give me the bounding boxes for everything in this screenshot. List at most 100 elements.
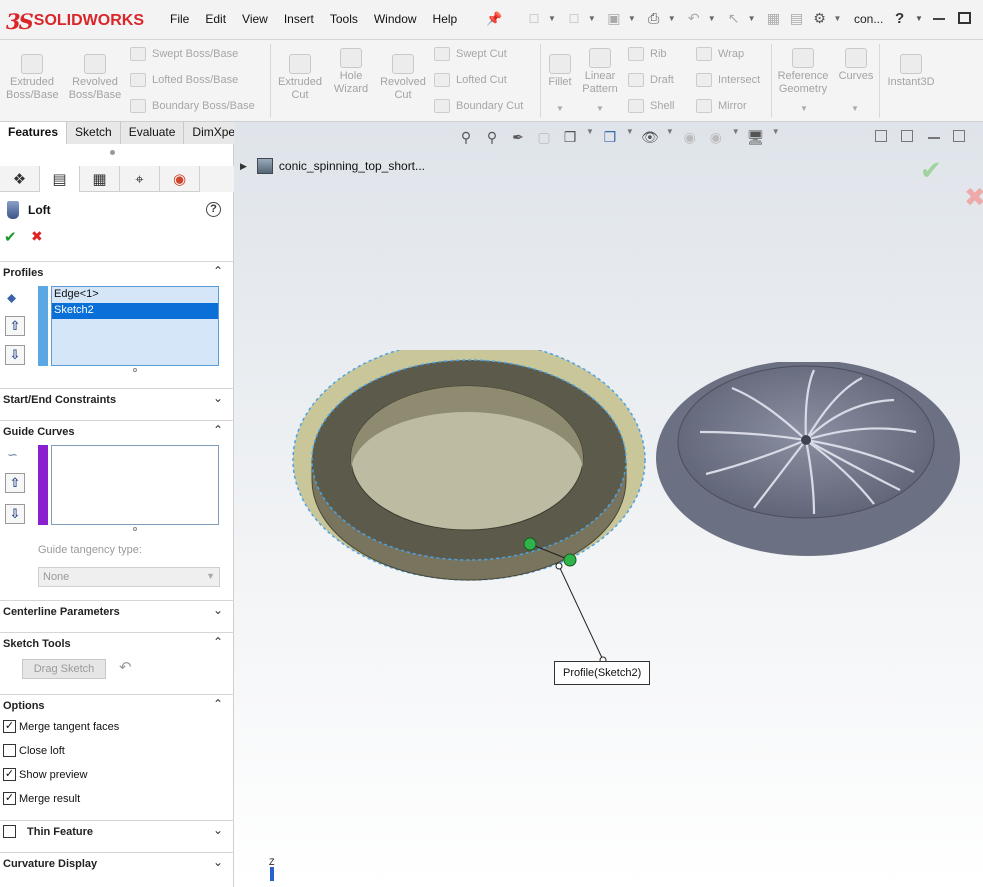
collapse-icon[interactable]: ⌃ bbox=[213, 423, 223, 437]
help-icon[interactable]: ? bbox=[206, 202, 221, 217]
select-icon[interactable]: ↖ bbox=[725, 8, 743, 28]
shell-button[interactable]: Shell bbox=[628, 99, 674, 113]
instant3d-button[interactable]: Instant3D bbox=[882, 54, 940, 89]
menu-help[interactable]: Help bbox=[433, 12, 458, 26]
hole-wizard-button[interactable]: Hole Wizard bbox=[328, 48, 374, 96]
feature-tree-flyout[interactable]: ▶ conic_spinning_top_short... bbox=[240, 158, 425, 174]
wrap-button[interactable]: Wrap bbox=[696, 47, 744, 61]
minimize-icon[interactable] bbox=[933, 18, 945, 20]
centerline-parameters-header[interactable]: Centerline Parameters ⌄ bbox=[0, 600, 234, 622]
thin-feature-checkbox[interactable] bbox=[3, 825, 16, 838]
collapse-icon[interactable]: ⌃ bbox=[213, 264, 223, 278]
menu-file[interactable]: File bbox=[170, 12, 189, 26]
configuration-manager-tab[interactable]: ▦ bbox=[80, 166, 120, 192]
print-dropdown-icon[interactable]: ▼ bbox=[668, 14, 676, 23]
open-icon[interactable]: □ bbox=[565, 8, 583, 28]
move-up-button[interactable]: ⇧ bbox=[5, 473, 25, 493]
view-orientation-icon[interactable]: ❒ bbox=[560, 127, 580, 147]
display-style-dropdown-icon[interactable]: ▼ bbox=[626, 127, 634, 147]
revolved-cut-button[interactable]: Revolved Cut bbox=[378, 54, 428, 102]
move-down-button[interactable]: ⇩ bbox=[5, 504, 25, 524]
sketch-tools-section-header[interactable]: Sketch Tools ⌃ bbox=[0, 632, 234, 654]
panel-grip[interactable] bbox=[110, 150, 115, 155]
property-manager-tab[interactable]: ▤ bbox=[40, 166, 80, 192]
lofted-boss-button[interactable]: Lofted Boss/Base bbox=[130, 73, 238, 87]
document-name[interactable]: con... bbox=[854, 12, 883, 26]
part-name[interactable]: conic_spinning_top_short... bbox=[279, 159, 425, 173]
collapse-icon[interactable]: ⌃ bbox=[213, 635, 223, 649]
merge-tangent-faces-checkbox[interactable]: ✓ bbox=[3, 720, 16, 733]
move-up-button[interactable]: ⇧ bbox=[5, 316, 25, 336]
restore-view-icon[interactable] bbox=[901, 130, 913, 142]
rebuild-icon[interactable]: ▦ bbox=[765, 8, 783, 28]
guide-tangency-select[interactable]: None ▼ bbox=[38, 567, 220, 587]
show-preview-checkbox[interactable]: ✓ bbox=[3, 768, 16, 781]
undo-dropdown-icon[interactable]: ▼ bbox=[708, 14, 716, 23]
thin-feature-header[interactable]: Thin Feature ⌄ bbox=[0, 820, 234, 842]
list-item[interactable]: Edge<1> bbox=[52, 287, 218, 303]
previous-view-icon[interactable]: ✒ bbox=[508, 127, 528, 147]
display-style-icon[interactable]: ❒ bbox=[600, 127, 620, 147]
undo-sketch-drag-icon[interactable]: ↶ bbox=[119, 658, 132, 676]
collapse-icon[interactable]: ⌃ bbox=[213, 697, 223, 711]
linear-pattern-button[interactable]: Linear Pattern bbox=[580, 48, 620, 96]
extruded-cut-button[interactable]: Extruded Cut bbox=[276, 54, 324, 102]
maximize-icon[interactable] bbox=[958, 12, 971, 24]
view-settings-dropdown-icon[interactable]: ▼ bbox=[772, 127, 780, 147]
apply-scene-icon[interactable]: ◉ bbox=[706, 127, 726, 147]
select-dropdown-icon[interactable]: ▼ bbox=[748, 14, 756, 23]
merge-result-checkbox[interactable]: ✓ bbox=[3, 792, 16, 805]
tab-sketch[interactable]: Sketch bbox=[67, 122, 121, 144]
options-dropdown-icon[interactable]: ▼ bbox=[834, 14, 842, 23]
menu-view[interactable]: View bbox=[242, 12, 268, 26]
new-dropdown-icon[interactable]: ▼ bbox=[548, 14, 556, 23]
profiles-list[interactable]: Edge<1> Sketch2 bbox=[51, 286, 219, 366]
minimize-view-icon[interactable] bbox=[928, 137, 940, 139]
help-icon[interactable]: ? bbox=[895, 10, 904, 27]
move-down-button[interactable]: ⇩ bbox=[5, 345, 25, 365]
maximize-view-icon[interactable] bbox=[953, 130, 965, 142]
start-end-constraints-header[interactable]: Start/End Constraints ⌄ bbox=[0, 388, 234, 410]
tab-evaluate[interactable]: Evaluate bbox=[120, 122, 185, 144]
solidworks-logo[interactable]: 3S SOLIDWORKS bbox=[6, 6, 150, 36]
expand-arrow-icon[interactable]: ▶ bbox=[240, 161, 247, 172]
boundary-boss-button[interactable]: Boundary Boss/Base bbox=[130, 99, 255, 113]
hide-show-dropdown-icon[interactable]: ▼ bbox=[666, 127, 674, 147]
options-section-header[interactable]: Options ⌃ bbox=[0, 694, 234, 716]
expand-icon[interactable]: ⌄ bbox=[213, 391, 223, 405]
expand-icon[interactable]: ⌄ bbox=[213, 855, 223, 869]
section-view-icon[interactable]: ▢ bbox=[534, 127, 554, 147]
resize-handle[interactable] bbox=[133, 368, 137, 372]
edit-appearance-icon[interactable]: ◉ bbox=[680, 127, 700, 147]
menu-edit[interactable]: Edit bbox=[205, 12, 226, 26]
swept-boss-button[interactable]: Swept Boss/Base bbox=[130, 47, 238, 61]
extruded-boss-button[interactable]: Extruded Boss/Base bbox=[6, 54, 59, 102]
split-view-icon[interactable] bbox=[875, 130, 887, 142]
curves-button[interactable]: Curves bbox=[836, 48, 876, 83]
view-settings-icon[interactable]: 🖥 bbox=[746, 127, 766, 147]
confirm-cancel-icon[interactable]: ✖ bbox=[964, 182, 983, 213]
pin-icon[interactable]: 📌 bbox=[486, 11, 502, 27]
curves-dropdown-icon[interactable]: ▼ bbox=[851, 104, 859, 113]
display-manager-tab[interactable]: ◉ bbox=[160, 166, 200, 192]
expand-icon[interactable]: ⌄ bbox=[213, 603, 223, 617]
new-document-icon[interactable]: □ bbox=[525, 8, 543, 28]
feature-manager-tab[interactable]: ❖ bbox=[0, 166, 40, 192]
spinning-top-model[interactable] bbox=[654, 362, 964, 562]
guide-curves-list[interactable] bbox=[51, 445, 219, 525]
expand-icon[interactable]: ⌄ bbox=[213, 823, 223, 837]
confirm-ok-icon[interactable]: ✔ bbox=[920, 155, 942, 186]
menu-insert[interactable]: Insert bbox=[284, 12, 314, 26]
help-dropdown-icon[interactable]: ▼ bbox=[915, 14, 923, 23]
apply-scene-dropdown-icon[interactable]: ▼ bbox=[732, 127, 740, 147]
save-dropdown-icon[interactable]: ▼ bbox=[628, 14, 636, 23]
intersect-button[interactable]: Intersect bbox=[696, 73, 760, 87]
curvature-display-header[interactable]: Curvature Display ⌄ bbox=[0, 852, 234, 874]
reference-geometry-dropdown-icon[interactable]: ▼ bbox=[800, 104, 808, 113]
dimxpert-manager-tab[interactable]: ⌖ bbox=[120, 166, 160, 192]
fillet-dropdown-icon[interactable]: ▼ bbox=[556, 104, 564, 113]
revolved-boss-button[interactable]: Revolved Boss/Base bbox=[66, 54, 124, 102]
close-loft-checkbox[interactable] bbox=[3, 744, 16, 757]
tab-features[interactable]: Features bbox=[0, 122, 68, 144]
view-orientation-dropdown-icon[interactable]: ▼ bbox=[586, 127, 594, 147]
